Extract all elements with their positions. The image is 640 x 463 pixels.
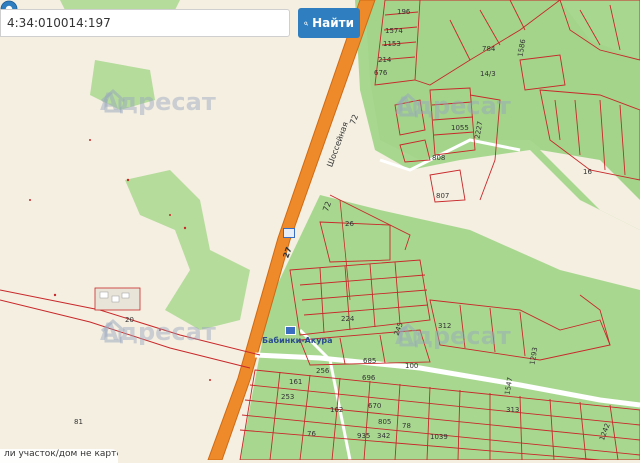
parcel-label[interactable]: 161 [289, 378, 302, 386]
parcel-label[interactable]: 162 [330, 406, 343, 414]
search-button[interactable]: Найти [298, 8, 360, 38]
parcel-label[interactable]: 670 [368, 402, 381, 410]
parcel-label[interactable]: 312 [438, 322, 451, 330]
parcel-label[interactable]: 78 [402, 422, 411, 430]
parcel-label[interactable]: 1039 [430, 433, 448, 441]
watermark-logo-icon [100, 88, 126, 113]
parcel-label[interactable]: 196 [397, 8, 410, 16]
parcel-label[interactable]: 784 [482, 45, 495, 53]
parcel-label[interactable]: 807 [436, 192, 449, 200]
parcel-label[interactable]: 256 [316, 367, 329, 375]
parcel-label[interactable]: 100 [405, 362, 418, 370]
parcel-label[interactable]: 1574 [385, 27, 403, 35]
find-on-map-prompt[interactable]: ли участок/дом не карте? [0, 449, 118, 463]
search-bar: Найти [0, 8, 360, 38]
watermark-logo-icon [395, 92, 421, 117]
parcel-label[interactable]: 935 [357, 432, 370, 440]
parcel-label[interactable]: 26 [345, 220, 354, 228]
parcel-label[interactable]: 1055 [451, 124, 469, 132]
watermark-logo-icon [100, 318, 126, 343]
parcel-label[interactable]: 81 [74, 418, 83, 426]
parcel-label[interactable]: 253 [281, 393, 294, 401]
watermark-2: Адресат [395, 92, 511, 120]
watermark-1: Адресат [100, 88, 216, 116]
parcel-label[interactable]: 16 [583, 168, 592, 176]
map-canvas[interactable] [0, 0, 640, 460]
parcel-label[interactable]: 224 [341, 315, 354, 323]
cadastral-map[interactable]: Адресат Адресат Адресат Адресат Шоссейна… [0, 0, 640, 460]
parcel-label[interactable]: 808 [432, 154, 445, 162]
search-icon [304, 21, 309, 26]
prompt-text: ли участок/дом не карте? [4, 449, 118, 459]
parcel-label[interactable]: 76 [307, 430, 316, 438]
search-button-label: Найти [312, 16, 354, 30]
parcel-label[interactable]: 214 [378, 56, 391, 64]
parcel-label[interactable]: 20 [125, 316, 134, 324]
parcel-label[interactable]: 14/3 [480, 70, 496, 78]
parcel-label[interactable]: 805 [378, 418, 391, 426]
parcel-label[interactable]: 676 [374, 69, 387, 77]
parcel-label[interactable]: 313 [506, 406, 519, 414]
parcel-label[interactable]: 696 [362, 374, 375, 382]
village-label: Бабинки-Акура [262, 336, 333, 345]
parcel-label[interactable]: 685 [363, 357, 376, 365]
cadastral-search-input[interactable] [0, 9, 290, 37]
parcel-label[interactable]: 342 [377, 432, 390, 440]
watermark-3: Адресат [100, 318, 216, 346]
watermark-4: Адресат [395, 322, 511, 350]
building-icon [283, 228, 295, 238]
bus-stop-icon [285, 326, 296, 335]
parcel-label[interactable]: 1153 [383, 40, 401, 48]
